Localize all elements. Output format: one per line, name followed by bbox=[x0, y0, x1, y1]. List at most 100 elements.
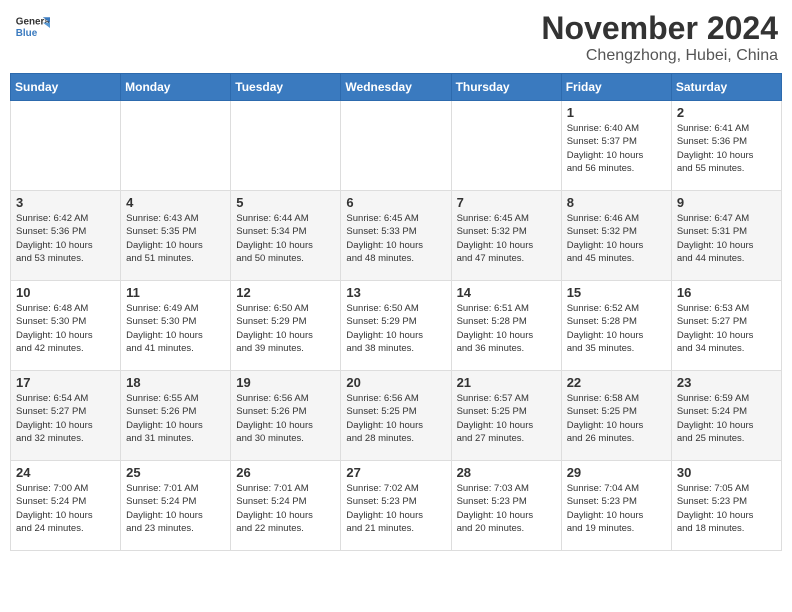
day-number: 13 bbox=[346, 285, 445, 300]
day-cell: 9 Sunrise: 6:47 AM Sunset: 5:31 PM Daylig… bbox=[671, 191, 781, 281]
week-row-4: 17Sunrise: 6:54 AM Sunset: 5:27 PM Dayli… bbox=[11, 371, 782, 461]
weekday-header-tuesday: Tuesday bbox=[231, 74, 341, 101]
day-info: Sunrise: 6:53 AM Sunset: 5:27 PM Dayligh… bbox=[677, 302, 776, 355]
day-info: Sunrise: 6:41 AM Sunset: 5:36 PM Dayligh… bbox=[677, 122, 776, 175]
day-number: 29 bbox=[567, 465, 666, 480]
weekday-header-friday: Friday bbox=[561, 74, 671, 101]
day-cell: 15 Sunrise: 6:52 AM Sunset: 5:28 PM Dayli… bbox=[561, 281, 671, 371]
day-number: 14 bbox=[457, 285, 556, 300]
weekday-header-saturday: Saturday bbox=[671, 74, 781, 101]
day-number: 24 bbox=[16, 465, 115, 480]
day-number: 1 bbox=[567, 105, 666, 120]
day-info: Sunrise: 6:44 AM Sunset: 5:34 PM Dayligh… bbox=[236, 212, 335, 265]
day-cell bbox=[451, 101, 561, 191]
day-cell: 18 Sunrise: 6:55 AM Sunset: 5:26 PM Dayli… bbox=[121, 371, 231, 461]
day-info: Sunrise: 7:03 AM Sunset: 5:23 PM Dayligh… bbox=[457, 482, 556, 535]
week-row-5: 24 Sunrise: 7:00 AM Sunset: 5:24 PM Dayli… bbox=[11, 461, 782, 551]
day-number: 22 bbox=[567, 375, 666, 390]
day-cell: 7Sunrise: 6:45 AM Sunset: 5:32 PM Daylig… bbox=[451, 191, 561, 281]
day-info: Sunrise: 6:46 AM Sunset: 5:32 PM Dayligh… bbox=[567, 212, 666, 265]
day-number: 19 bbox=[236, 375, 335, 390]
day-cell: 12Sunrise: 6:50 AM Sunset: 5:29 PM Dayli… bbox=[231, 281, 341, 371]
page-header: General Blue November 2024 Chengzhong, H… bbox=[10, 10, 782, 65]
logo-icon: General Blue bbox=[14, 10, 50, 46]
day-info: Sunrise: 6:48 AM Sunset: 5:30 PM Dayligh… bbox=[16, 302, 115, 355]
day-number: 20 bbox=[346, 375, 445, 390]
day-cell: 24 Sunrise: 7:00 AM Sunset: 5:24 PM Dayli… bbox=[11, 461, 121, 551]
day-info: Sunrise: 6:56 AM Sunset: 5:26 PM Dayligh… bbox=[236, 392, 335, 445]
day-info: Sunrise: 6:59 AM Sunset: 5:24 PM Dayligh… bbox=[677, 392, 776, 445]
day-cell: 11 Sunrise: 6:49 AM Sunset: 5:30 PM Dayli… bbox=[121, 281, 231, 371]
weekday-header-sunday: Sunday bbox=[11, 74, 121, 101]
day-number: 28 bbox=[457, 465, 556, 480]
day-info: Sunrise: 7:01 AM Sunset: 5:24 PM Dayligh… bbox=[126, 482, 225, 535]
day-number: 7 bbox=[457, 195, 556, 210]
day-number: 26 bbox=[236, 465, 335, 480]
day-number: 5 bbox=[236, 195, 335, 210]
day-info: Sunrise: 7:05 AM Sunset: 5:23 PM Dayligh… bbox=[677, 482, 776, 535]
day-number: 10 bbox=[16, 285, 115, 300]
day-cell: 4 Sunrise: 6:43 AM Sunset: 5:35 PM Daylig… bbox=[121, 191, 231, 281]
day-info: Sunrise: 6:52 AM Sunset: 5:28 PM Dayligh… bbox=[567, 302, 666, 355]
day-number: 23 bbox=[677, 375, 776, 390]
day-info: Sunrise: 6:40 AM Sunset: 5:37 PM Dayligh… bbox=[567, 122, 666, 175]
month-title: November 2024 bbox=[541, 10, 778, 47]
day-cell: 2 Sunrise: 6:41 AM Sunset: 5:36 PM Daylig… bbox=[671, 101, 781, 191]
day-cell: 29 Sunrise: 7:04 AM Sunset: 5:23 PM Dayli… bbox=[561, 461, 671, 551]
day-cell: 30 Sunrise: 7:05 AM Sunset: 5:23 PM Dayli… bbox=[671, 461, 781, 551]
day-info: Sunrise: 6:50 AM Sunset: 5:29 PM Dayligh… bbox=[346, 302, 445, 355]
day-cell: 3 Sunrise: 6:42 AM Sunset: 5:36 PM Daylig… bbox=[11, 191, 121, 281]
week-row-1: 1 Sunrise: 6:40 AM Sunset: 5:37 PM Daylig… bbox=[11, 101, 782, 191]
day-info: Sunrise: 7:00 AM Sunset: 5:24 PM Dayligh… bbox=[16, 482, 115, 535]
day-info: Sunrise: 6:43 AM Sunset: 5:35 PM Dayligh… bbox=[126, 212, 225, 265]
day-cell: 23 Sunrise: 6:59 AM Sunset: 5:24 PM Dayli… bbox=[671, 371, 781, 461]
day-info: Sunrise: 6:58 AM Sunset: 5:25 PM Dayligh… bbox=[567, 392, 666, 445]
day-cell bbox=[11, 101, 121, 191]
day-number: 4 bbox=[126, 195, 225, 210]
day-number: 15 bbox=[567, 285, 666, 300]
day-cell: 6 Sunrise: 6:45 AM Sunset: 5:33 PM Daylig… bbox=[341, 191, 451, 281]
weekday-header-wednesday: Wednesday bbox=[341, 74, 451, 101]
day-info: Sunrise: 6:57 AM Sunset: 5:25 PM Dayligh… bbox=[457, 392, 556, 445]
day-cell: 17Sunrise: 6:54 AM Sunset: 5:27 PM Dayli… bbox=[11, 371, 121, 461]
day-number: 11 bbox=[126, 285, 225, 300]
day-number: 3 bbox=[16, 195, 115, 210]
day-info: Sunrise: 6:45 AM Sunset: 5:33 PM Dayligh… bbox=[346, 212, 445, 265]
day-cell: 20 Sunrise: 6:56 AM Sunset: 5:25 PM Dayli… bbox=[341, 371, 451, 461]
day-number: 12 bbox=[236, 285, 335, 300]
day-cell: 21 Sunrise: 6:57 AM Sunset: 5:25 PM Dayli… bbox=[451, 371, 561, 461]
day-info: Sunrise: 6:49 AM Sunset: 5:30 PM Dayligh… bbox=[126, 302, 225, 355]
day-number: 27 bbox=[346, 465, 445, 480]
day-number: 2 bbox=[677, 105, 776, 120]
title-block: November 2024 Chengzhong, Hubei, China bbox=[541, 10, 778, 65]
day-cell: 16 Sunrise: 6:53 AM Sunset: 5:27 PM Dayli… bbox=[671, 281, 781, 371]
day-info: Sunrise: 7:01 AM Sunset: 5:24 PM Dayligh… bbox=[236, 482, 335, 535]
logo: General Blue bbox=[14, 10, 50, 46]
week-row-2: 3 Sunrise: 6:42 AM Sunset: 5:36 PM Daylig… bbox=[11, 191, 782, 281]
day-number: 25 bbox=[126, 465, 225, 480]
weekday-header-thursday: Thursday bbox=[451, 74, 561, 101]
day-cell: 5 Sunrise: 6:44 AM Sunset: 5:34 PM Daylig… bbox=[231, 191, 341, 281]
day-cell: 22 Sunrise: 6:58 AM Sunset: 5:25 PM Dayli… bbox=[561, 371, 671, 461]
day-cell: 13 Sunrise: 6:50 AM Sunset: 5:29 PM Dayli… bbox=[341, 281, 451, 371]
day-info: Sunrise: 7:04 AM Sunset: 5:23 PM Dayligh… bbox=[567, 482, 666, 535]
day-info: Sunrise: 6:55 AM Sunset: 5:26 PM Dayligh… bbox=[126, 392, 225, 445]
day-number: 30 bbox=[677, 465, 776, 480]
day-info: Sunrise: 6:51 AM Sunset: 5:28 PM Dayligh… bbox=[457, 302, 556, 355]
day-cell: 25 Sunrise: 7:01 AM Sunset: 5:24 PM Dayli… bbox=[121, 461, 231, 551]
day-info: Sunrise: 6:42 AM Sunset: 5:36 PM Dayligh… bbox=[16, 212, 115, 265]
day-cell: 28 Sunrise: 7:03 AM Sunset: 5:23 PM Dayli… bbox=[451, 461, 561, 551]
day-cell bbox=[231, 101, 341, 191]
day-info: Sunrise: 6:56 AM Sunset: 5:25 PM Dayligh… bbox=[346, 392, 445, 445]
day-number: 16 bbox=[677, 285, 776, 300]
day-cell bbox=[341, 101, 451, 191]
calendar: SundayMondayTuesdayWednesdayThursdayFrid… bbox=[10, 73, 782, 551]
week-row-3: 10 Sunrise: 6:48 AM Sunset: 5:30 PM Dayli… bbox=[11, 281, 782, 371]
day-number: 9 bbox=[677, 195, 776, 210]
day-cell: 8 Sunrise: 6:46 AM Sunset: 5:32 PM Daylig… bbox=[561, 191, 671, 281]
day-info: Sunrise: 6:47 AM Sunset: 5:31 PM Dayligh… bbox=[677, 212, 776, 265]
day-number: 18 bbox=[126, 375, 225, 390]
day-number: 8 bbox=[567, 195, 666, 210]
day-number: 6 bbox=[346, 195, 445, 210]
day-number: 21 bbox=[457, 375, 556, 390]
